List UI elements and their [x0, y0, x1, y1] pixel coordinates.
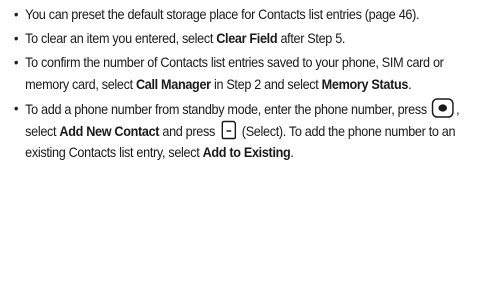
- bullet-text: after Step 5.: [277, 31, 346, 47]
- bullet-text: and press: [159, 124, 219, 140]
- add-new-contact-term: Add New Contact: [59, 124, 160, 140]
- center-select-key-icon: [432, 98, 455, 118]
- call-manager-term: Call Manager: [135, 76, 211, 92]
- bullet-text: To add a phone number from standby mode,…: [25, 101, 431, 117]
- bullet-dot: •: [14, 55, 19, 71]
- add-to-existing-term: Add to Existing: [202, 145, 291, 161]
- memory-status-term: Memory Status: [321, 76, 409, 92]
- bullet-text: .: [290, 145, 294, 161]
- bullet-dot: •: [14, 7, 19, 22]
- bullet-dot: •: [14, 100, 19, 116]
- bullet-item-clear-field: • To clear an item you entered, select C…: [14, 28, 482, 49]
- bullet-item-memory-status: • To confirm the number of Contacts list…: [14, 52, 482, 94]
- bullet-text: To clear an item you entered, select: [25, 31, 217, 47]
- bullet-text: in Step 2 and select: [210, 76, 322, 92]
- bullet-list: • You can preset the default storage pla…: [14, 4, 476, 166]
- left-soft-key-icon: [220, 120, 237, 140]
- bullet-dot: •: [14, 31, 19, 47]
- clear-field-term: Clear Field: [216, 31, 278, 47]
- bullet-item-add-number: • To add a phone number from standby mod…: [14, 98, 482, 164]
- bullet-text: .: [408, 76, 412, 92]
- bullet-text: You can preset the default storage place…: [25, 7, 420, 22]
- bullet-item-storage: • You can preset the default storage pla…: [14, 4, 482, 25]
